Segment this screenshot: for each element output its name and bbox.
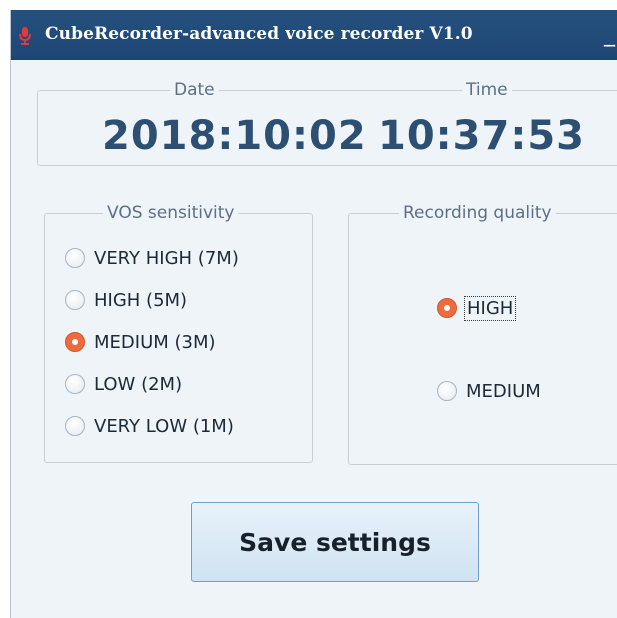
vos-option-label: VERY HIGH (7M) bbox=[94, 247, 239, 269]
window-title: CubeRecorder-advanced voice recorder V1.… bbox=[45, 24, 473, 44]
vos-option-label: MEDIUM (3M) bbox=[94, 331, 216, 353]
quality-option-label: MEDIUM bbox=[466, 380, 541, 402]
time-value: 10:37:53 bbox=[378, 113, 585, 159]
radio-button-selected[interactable] bbox=[65, 332, 85, 352]
vos-option-low[interactable]: LOW (2M) bbox=[65, 370, 182, 398]
vos-option-label: VERY LOW (1M) bbox=[94, 415, 234, 437]
title-bar[interactable]: CubeRecorder-advanced voice recorder V1.… bbox=[11, 10, 617, 60]
vos-option-label: HIGH (5M) bbox=[94, 289, 188, 311]
quality-option-high[interactable]: HIGH bbox=[437, 294, 517, 322]
recording-quality-legend: Recording quality bbox=[399, 203, 556, 223]
quality-option-medium[interactable]: MEDIUM bbox=[437, 377, 541, 405]
vos-option-label: LOW (2M) bbox=[94, 373, 183, 395]
date-value: 2018:10:02 bbox=[102, 113, 367, 159]
time-label: Time bbox=[462, 80, 512, 100]
vos-option-high[interactable]: HIGH (5M) bbox=[65, 286, 187, 314]
radio-button[interactable] bbox=[65, 374, 85, 394]
radio-button-selected[interactable] bbox=[437, 298, 457, 318]
vos-option-medium[interactable]: MEDIUM (3M) bbox=[65, 328, 216, 356]
save-settings-button[interactable]: Save settings bbox=[191, 502, 479, 582]
vos-option-very-high[interactable]: VERY HIGH (7M) bbox=[65, 244, 239, 272]
quality-option-label: HIGH bbox=[463, 295, 517, 321]
radio-button[interactable] bbox=[65, 290, 85, 310]
vos-sensitivity-group: VOS sensitivity VERY HIGH (7M) HIGH (5M)… bbox=[44, 203, 313, 463]
date-label: Date bbox=[170, 80, 219, 100]
vos-sensitivity-legend: VOS sensitivity bbox=[103, 203, 239, 223]
datetime-group: Date Time 2018:10:02 10:37:53 bbox=[37, 80, 617, 166]
radio-button[interactable] bbox=[65, 248, 85, 268]
minimize-button[interactable]: _ bbox=[601, 20, 617, 50]
microphone-icon bbox=[17, 26, 33, 46]
radio-button[interactable] bbox=[65, 416, 85, 436]
vos-option-very-low[interactable]: VERY LOW (1M) bbox=[65, 412, 234, 440]
app-window: CubeRecorder-advanced voice recorder V1.… bbox=[10, 10, 617, 618]
radio-button[interactable] bbox=[437, 381, 457, 401]
recording-quality-group: Recording quality HIGH MEDIUM bbox=[348, 203, 617, 465]
